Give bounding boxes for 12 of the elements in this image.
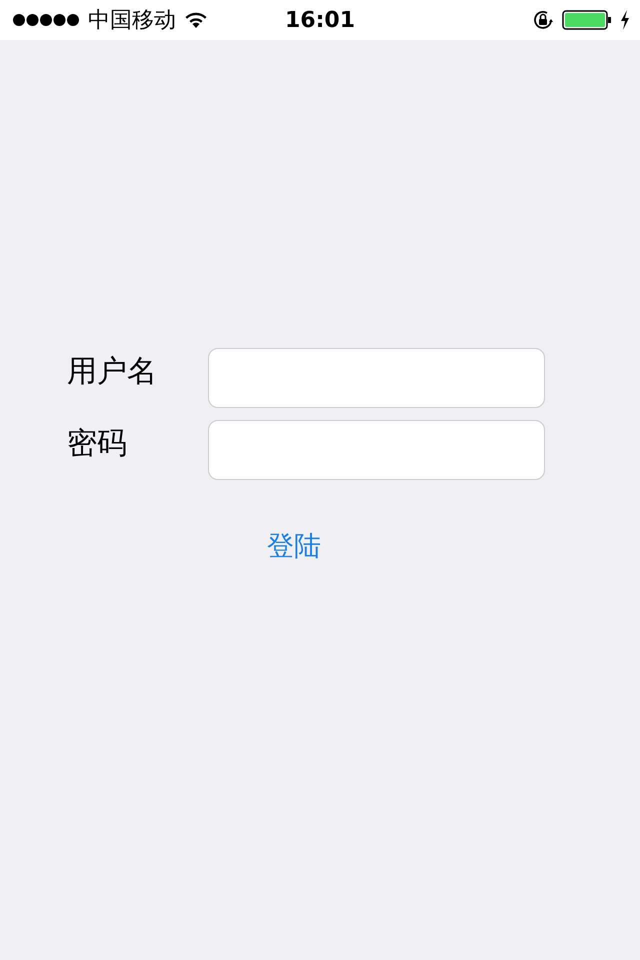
charging-icon: [620, 10, 630, 30]
field-label: 密码: [67, 424, 128, 462]
input-field[interactable]: [208, 420, 545, 480]
rotation-lock-icon: [532, 9, 554, 31]
battery-icon: [562, 9, 612, 31]
wifi-icon: [184, 11, 208, 29]
signal-icon: [12, 13, 80, 27]
input-field[interactable]: [208, 348, 545, 408]
field-label: 用户名: [67, 352, 158, 390]
carrier-name: 中国移动: [88, 7, 176, 35]
login-button[interactable]: 登陆: [267, 528, 321, 564]
status-time: 16:01: [284, 8, 356, 32]
